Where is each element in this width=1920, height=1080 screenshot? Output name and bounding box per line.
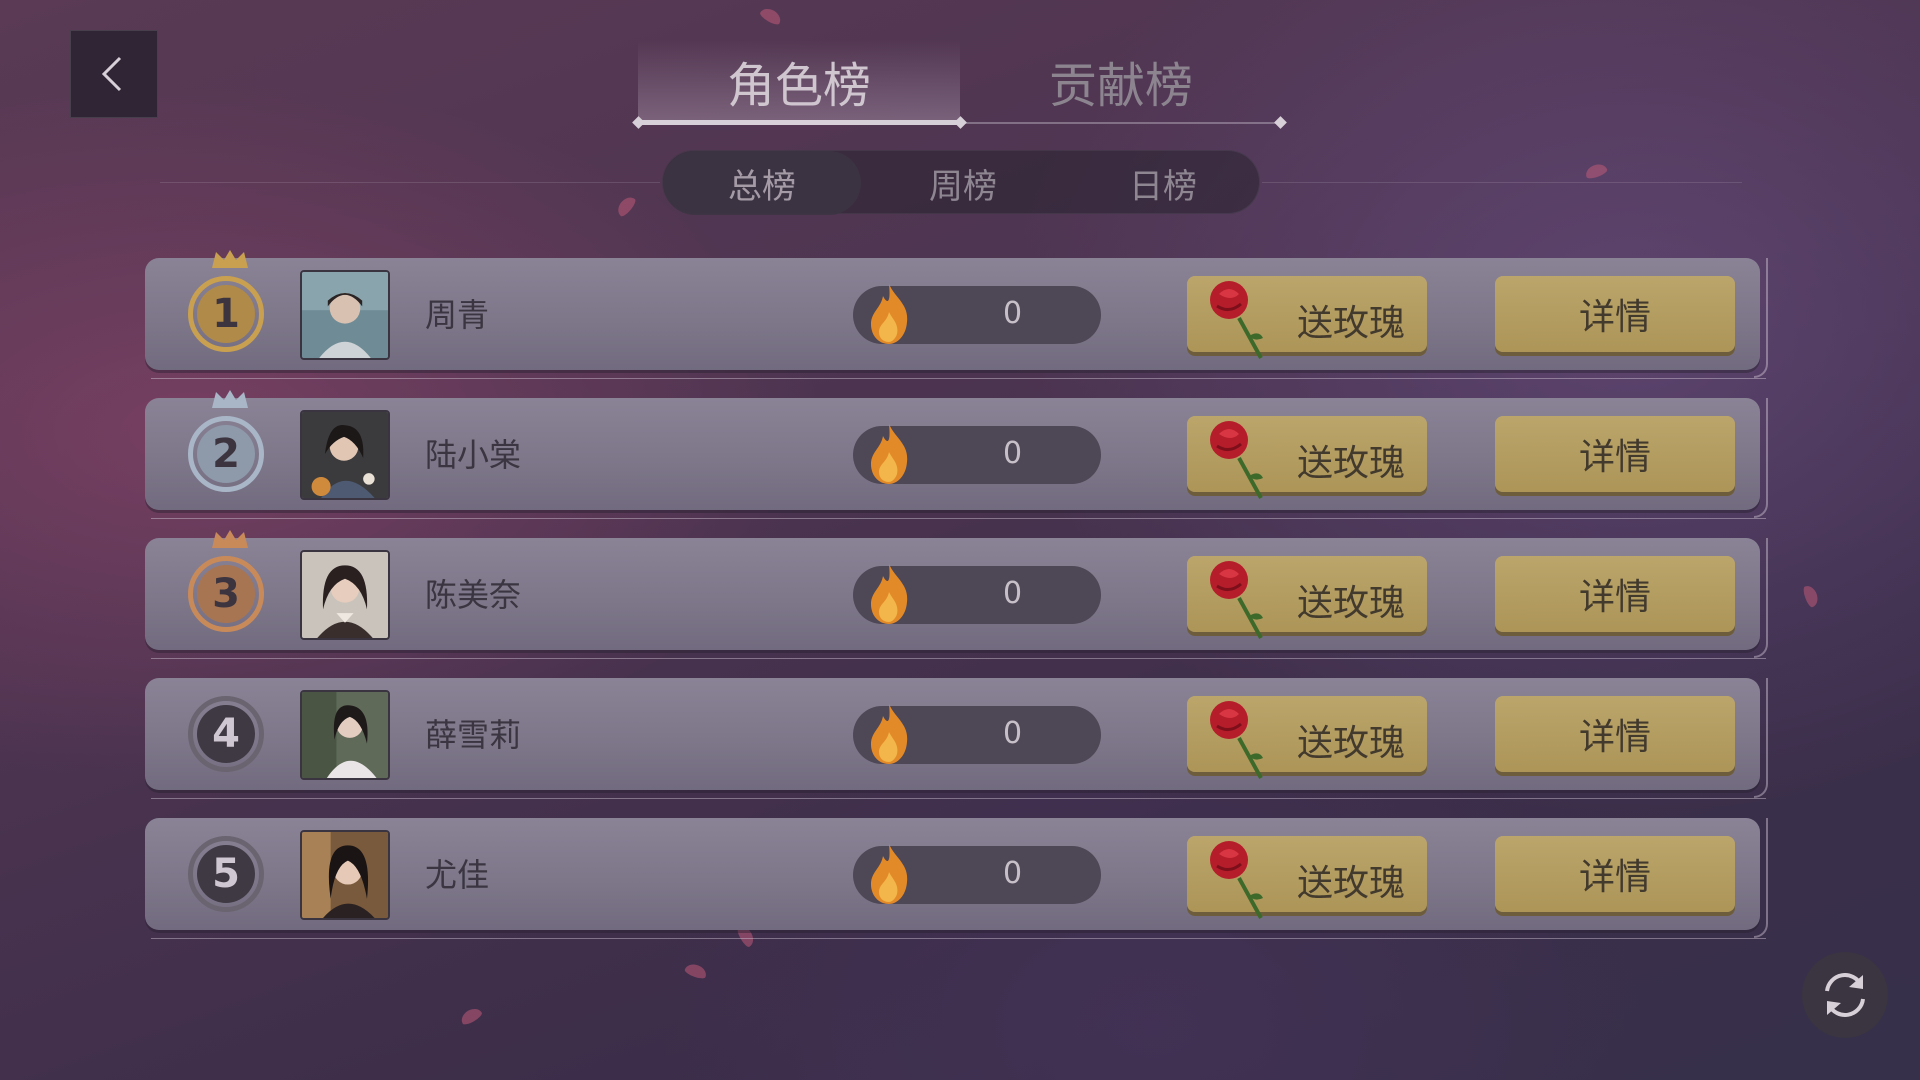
row-frame-line — [151, 798, 1766, 799]
avatar — [300, 410, 390, 500]
avatar — [300, 690, 390, 780]
tab-total[interactable]: 总榜 — [663, 151, 861, 215]
avatar — [300, 270, 390, 360]
row-frame-line — [151, 518, 1766, 519]
heat-score: 0 — [853, 424, 1101, 484]
heat-value: 0 — [1003, 296, 1023, 331]
row-frame-line — [151, 938, 1766, 939]
avatar — [300, 550, 390, 640]
row-frame-corner — [1754, 538, 1768, 658]
send-rose-label: 送玫瑰 — [1297, 443, 1406, 484]
detail-button[interactable]: 详情 — [1495, 416, 1735, 492]
rose-icon — [1210, 561, 1263, 639]
flame-icon — [871, 704, 908, 764]
detail-button[interactable]: 详情 — [1495, 696, 1735, 772]
divider-line — [160, 182, 660, 183]
role-name: 尤佳 — [425, 856, 490, 894]
ranking-row: 2 陆小棠 0 送玫瑰 详情 — [145, 390, 1768, 519]
rank-medal: 2 — [188, 390, 264, 492]
petal-decoration — [1583, 161, 1609, 181]
period-tabs: 总榜 周榜 日榜 — [662, 150, 1263, 215]
rank-number: 1 — [197, 285, 255, 343]
rank-medal: 5 — [188, 836, 264, 912]
back-button[interactable] — [70, 30, 158, 118]
petal-decoration — [758, 5, 784, 27]
send-rose-label: 送玫瑰 — [1297, 723, 1406, 764]
send-rose-button[interactable]: 送玫瑰 — [1187, 276, 1427, 359]
chevron-left-icon — [101, 56, 122, 92]
rose-icon — [1210, 421, 1263, 499]
heat-value: 0 — [1003, 716, 1023, 751]
rose-icon — [1210, 841, 1263, 919]
refresh-icon — [1825, 973, 1865, 1017]
crown-icon — [212, 250, 248, 268]
rose-icon — [1210, 281, 1263, 359]
tab-role-leaderboard[interactable]: 角色榜 — [638, 40, 960, 122]
heat-score: 0 — [853, 284, 1101, 344]
row-frame-line — [151, 378, 1766, 379]
leaderboard-tabs: 角色榜 贡献榜 — [632, 40, 1288, 130]
heat-value: 0 — [1003, 576, 1023, 611]
petal-decoration — [1801, 583, 1821, 609]
flame-icon — [871, 284, 908, 344]
rank-medal: 4 — [188, 696, 264, 772]
petal-decoration — [614, 193, 638, 219]
rank-number: 3 — [197, 565, 255, 623]
rank-medal: 1 — [188, 250, 264, 352]
petal-decoration — [458, 1005, 484, 1027]
heat-value: 0 — [1003, 436, 1023, 471]
flame-icon — [871, 564, 908, 624]
tab-weekly[interactable]: 周榜 — [863, 151, 1063, 215]
tab-daily[interactable]: 日榜 — [1063, 151, 1263, 215]
row-frame-corner — [1754, 678, 1768, 798]
rank-number: 2 — [197, 425, 255, 483]
heat-value: 0 — [1003, 856, 1023, 891]
row-frame-line — [151, 658, 1766, 659]
ranking-row: 1 周青 0 送玫瑰 详情 — [145, 250, 1768, 379]
row-frame-corner — [1754, 258, 1768, 378]
role-name: 陈美奈 — [425, 576, 522, 614]
send-rose-button[interactable]: 送玫瑰 — [1187, 416, 1427, 499]
ranking-row: 4 薛雪莉 0 送玫瑰 详情 — [145, 678, 1768, 799]
heat-score: 0 — [853, 564, 1101, 624]
send-rose-label: 送玫瑰 — [1297, 863, 1406, 904]
tab-contribution-leaderboard[interactable]: 贡献榜 — [960, 40, 1282, 122]
detail-button[interactable]: 详情 — [1495, 276, 1735, 352]
crown-icon — [212, 390, 248, 408]
detail-button[interactable]: 详情 — [1495, 836, 1735, 912]
role-name: 薛雪莉 — [425, 716, 522, 754]
divider-line — [1262, 182, 1742, 183]
send-rose-label: 送玫瑰 — [1297, 303, 1406, 344]
heat-score: 0 — [853, 704, 1101, 764]
send-rose-button[interactable]: 送玫瑰 — [1187, 836, 1427, 919]
detail-button[interactable]: 详情 — [1495, 556, 1735, 632]
rank-medal: 3 — [188, 530, 264, 632]
row-frame-corner — [1754, 818, 1768, 938]
avatar — [300, 830, 390, 920]
send-rose-label: 送玫瑰 — [1297, 583, 1406, 624]
role-name: 周青 — [425, 296, 490, 334]
send-rose-button[interactable]: 送玫瑰 — [1187, 696, 1427, 779]
flame-icon — [871, 844, 908, 904]
send-rose-button[interactable]: 送玫瑰 — [1187, 556, 1427, 639]
rank-number: 5 — [197, 845, 255, 903]
refresh-button[interactable] — [1802, 952, 1888, 1038]
row-frame-corner — [1754, 398, 1768, 518]
heat-score: 0 — [853, 844, 1101, 904]
role-name: 陆小棠 — [425, 436, 522, 474]
ranking-row: 5 尤佳 0 送玫瑰 详情 — [145, 818, 1768, 939]
crown-icon — [212, 530, 248, 548]
tab-active-indicator — [638, 120, 960, 125]
rank-number: 4 — [197, 705, 255, 763]
flame-icon — [871, 424, 908, 484]
rose-icon — [1210, 701, 1263, 779]
ranking-row: 3 陈美奈 0 送玫瑰 详情 — [145, 530, 1768, 659]
petal-decoration — [683, 961, 709, 981]
